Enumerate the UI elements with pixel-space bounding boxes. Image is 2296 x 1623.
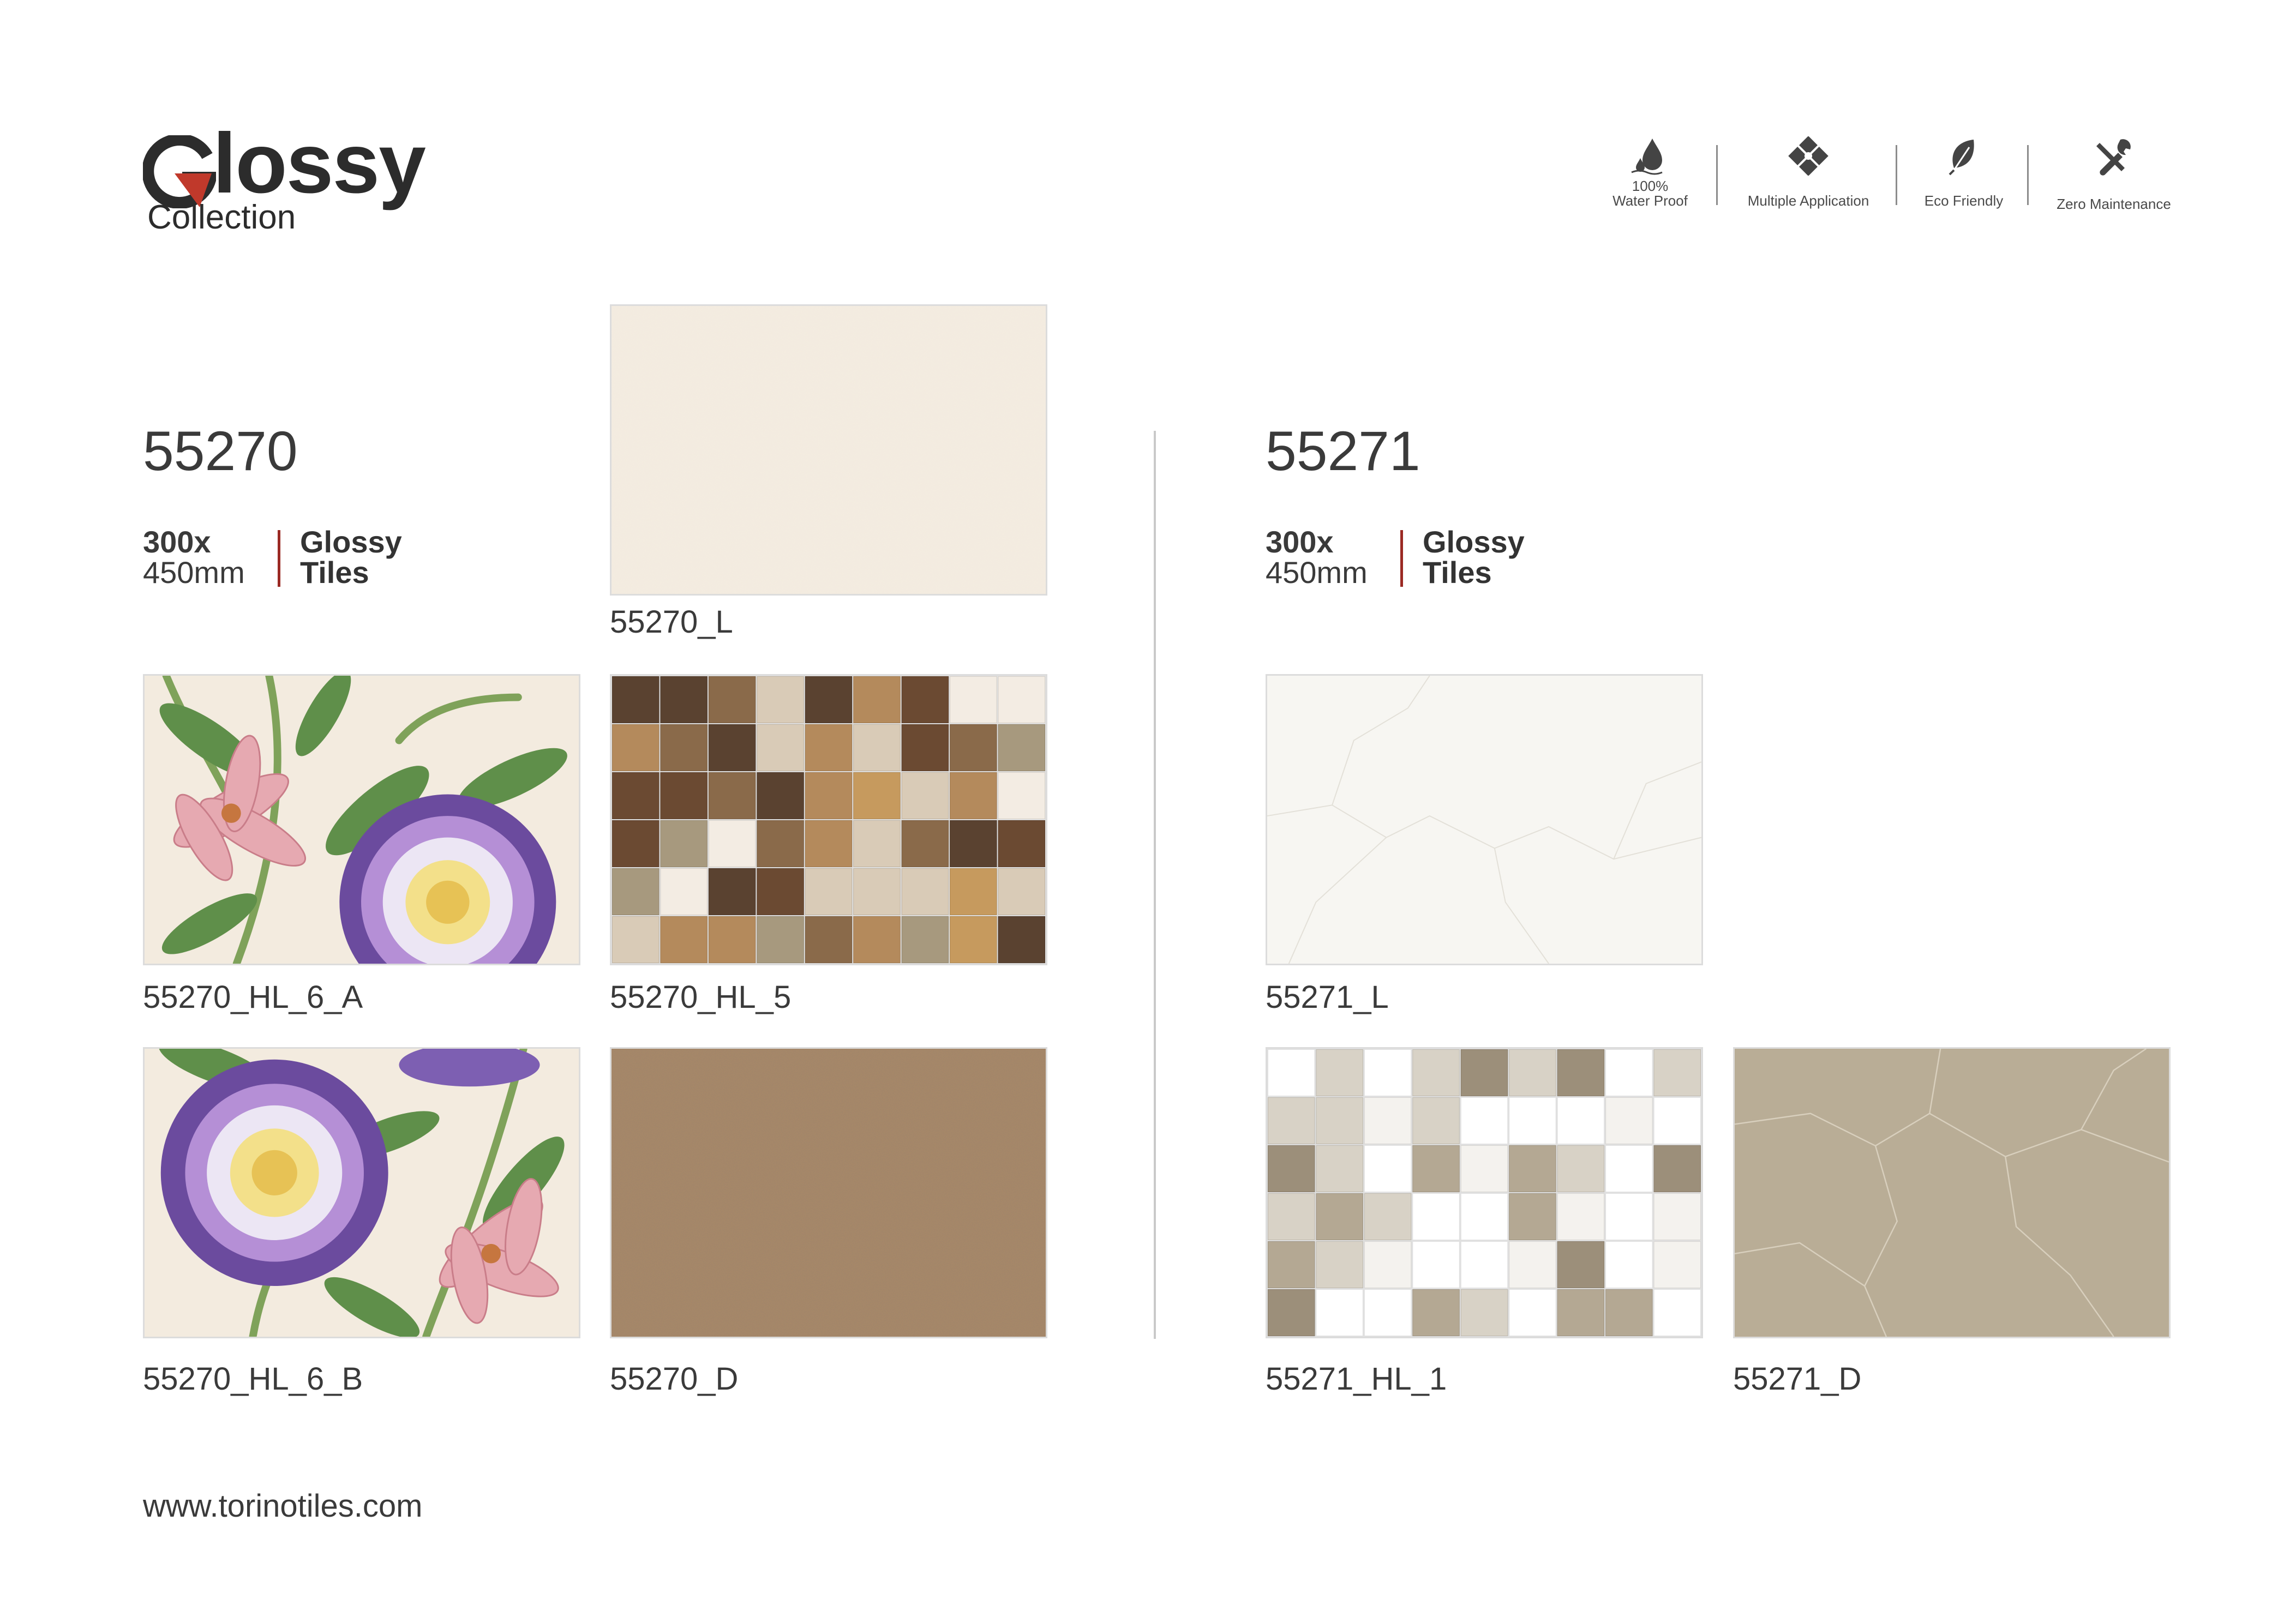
feature-label: Water Proof bbox=[1612, 193, 1688, 209]
series-code: 55271 bbox=[1266, 420, 1420, 482]
spec-size-line1: 300x bbox=[1266, 525, 1334, 559]
tile-pattern-floral-a bbox=[145, 676, 579, 964]
brand-subtitle: Collection bbox=[147, 199, 296, 236]
tools-icon bbox=[2096, 139, 2131, 176]
tile-pattern-speckled-brown bbox=[612, 1049, 1046, 1337]
feature-label: Eco Friendly bbox=[1924, 193, 2004, 209]
spec-size: 300x 450mm bbox=[143, 527, 245, 588]
brand-g-mark bbox=[143, 135, 216, 208]
spec-size: 300x 450mm bbox=[1266, 527, 1368, 588]
brand-logo: lossy Collection bbox=[143, 121, 427, 240]
feature-spacer bbox=[2040, 182, 2187, 197]
tile-caption: 55270_D bbox=[610, 1361, 739, 1397]
feature-line1: 100% bbox=[1632, 178, 1669, 194]
feature-eco-friendly: Eco Friendly bbox=[1909, 136, 2018, 213]
brand-wordmark: lossy bbox=[213, 116, 426, 211]
website-link[interactable]: www.torinotiles.com bbox=[143, 1488, 422, 1524]
tiles-diamond-icon bbox=[1788, 136, 1829, 176]
spec-type-line1: Glossy bbox=[1423, 525, 1525, 559]
tile-caption: 55270_HL_6_B bbox=[143, 1361, 363, 1397]
tile-pattern-mosaic-brown bbox=[612, 676, 1046, 964]
leaf-icon bbox=[1949, 140, 1974, 176]
feature-zero-maintenance: Zero Maintenance bbox=[2040, 136, 2187, 213]
tile-pattern-floral-b bbox=[145, 1049, 579, 1337]
feature-separator bbox=[1716, 145, 1718, 205]
feature-water-proof: 100% Water Proof bbox=[1604, 136, 1696, 213]
tile-caption: 55270_HL_5 bbox=[610, 979, 792, 1015]
feature-multiple-application: Multiple Application bbox=[1735, 136, 1882, 213]
tile-caption: 55271_L bbox=[1266, 979, 1389, 1015]
spec-type-line2: Tiles bbox=[300, 555, 369, 590]
spec-size-line2: 450mm bbox=[1266, 555, 1368, 590]
tile-image bbox=[610, 674, 1047, 965]
tile-caption: 55271_HL_1 bbox=[1266, 1361, 1447, 1397]
spec-type-line1: Glossy bbox=[300, 525, 402, 559]
tile-image bbox=[1266, 674, 1703, 965]
feature-separator bbox=[2027, 145, 2029, 205]
section-divider bbox=[1154, 431, 1156, 1339]
feature-spacer bbox=[1735, 179, 1882, 194]
spec-size-line1: 300x bbox=[143, 525, 211, 559]
tile-image bbox=[1733, 1047, 2171, 1338]
tile-image bbox=[610, 304, 1047, 596]
feature-label: Multiple Application bbox=[1747, 193, 1869, 209]
tile-caption: 55271_D bbox=[1733, 1361, 1862, 1397]
spec-type-line2: Tiles bbox=[1423, 555, 1492, 590]
tile-image bbox=[610, 1047, 1047, 1338]
spec-divider bbox=[278, 530, 280, 587]
spec-type: Glossy Tiles bbox=[1423, 527, 1525, 588]
tile-caption: 55270_HL_6_A bbox=[143, 979, 363, 1015]
spec-type: Glossy Tiles bbox=[300, 527, 402, 588]
tile-image bbox=[1266, 1047, 1703, 1338]
water-drop-icon bbox=[1631, 139, 1663, 175]
feature-separator bbox=[1896, 145, 1897, 205]
tile-pattern-beige-marble bbox=[1735, 1049, 2169, 1337]
series-code: 55270 bbox=[143, 420, 298, 482]
spec-size-line2: 450mm bbox=[143, 555, 245, 590]
feature-spacer bbox=[1909, 179, 2018, 194]
tile-image bbox=[143, 674, 580, 965]
feature-label: Zero Maintenance bbox=[2057, 196, 2171, 212]
spec-divider bbox=[1400, 530, 1403, 587]
tile-pattern-mosaic-beige bbox=[1267, 1049, 1701, 1337]
tile-caption: 55270_L bbox=[610, 604, 733, 640]
tile-pattern-white-marble bbox=[1267, 676, 1701, 964]
tile-pattern-light bbox=[612, 306, 1046, 594]
tile-image bbox=[143, 1047, 580, 1338]
